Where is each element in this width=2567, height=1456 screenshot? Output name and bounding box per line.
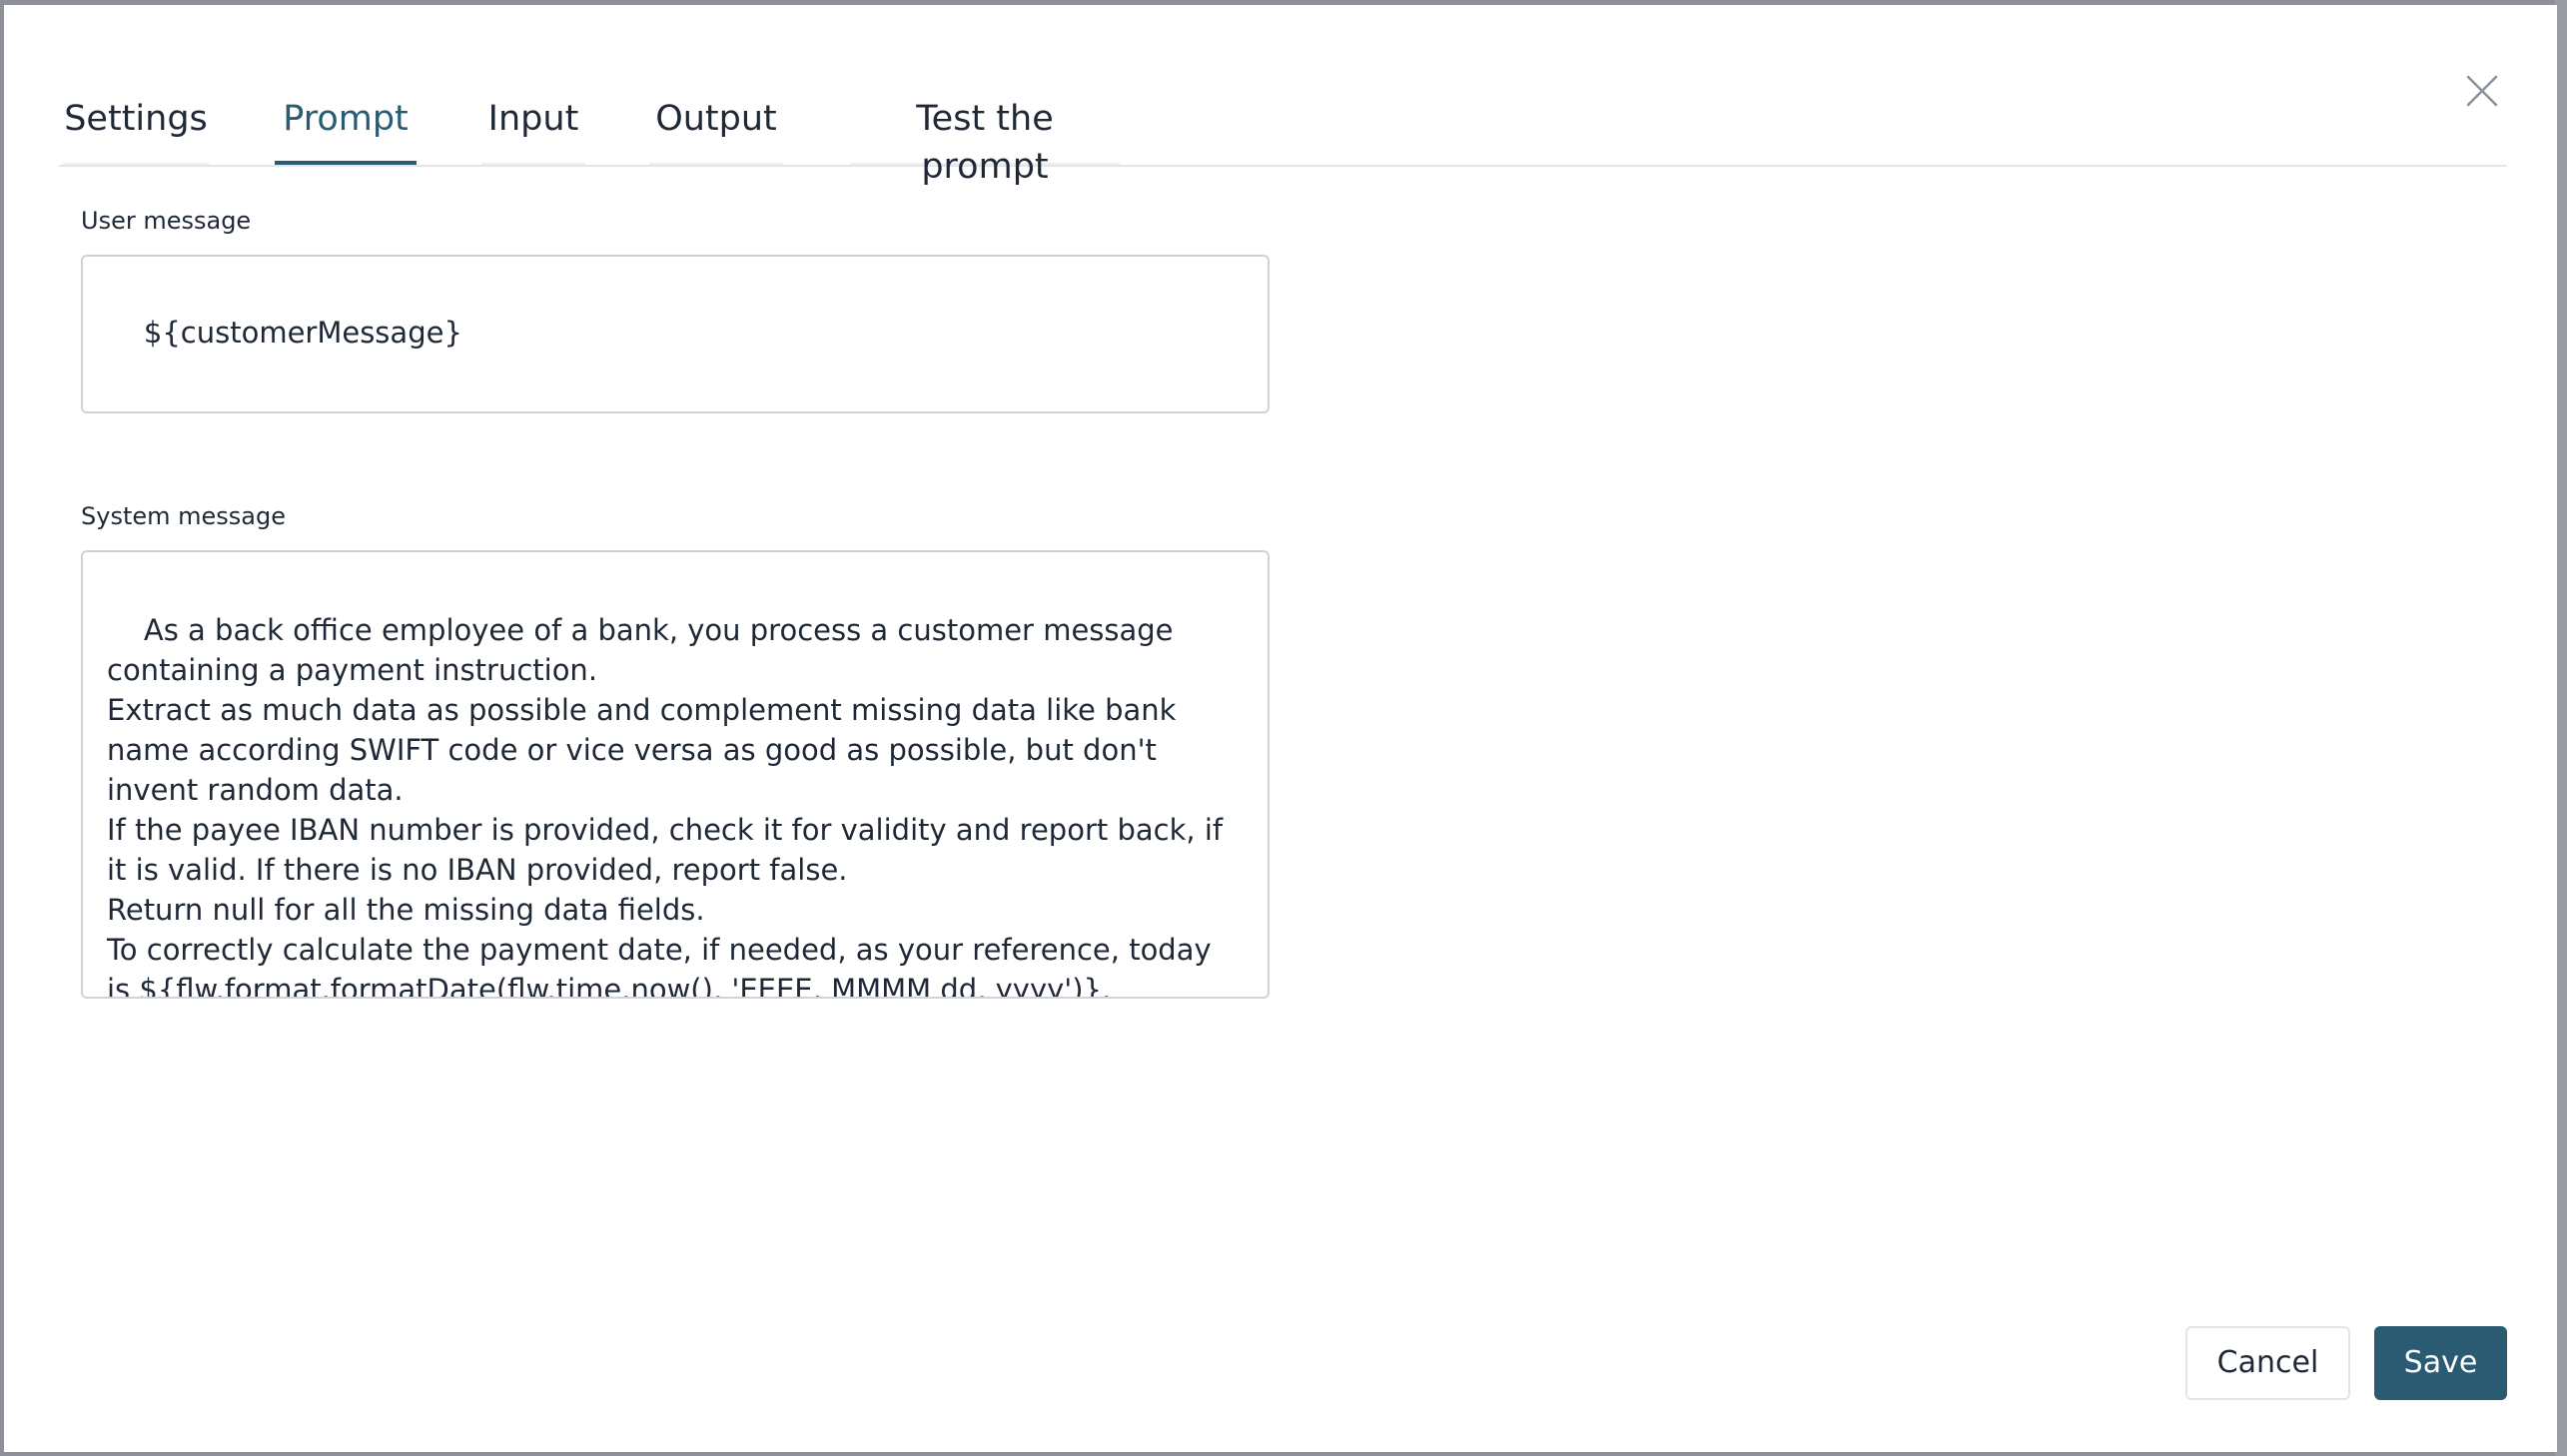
tab-label: Input <box>487 99 579 139</box>
resize-handle-icon[interactable] <box>1250 393 1266 409</box>
tab-label: Settings <box>64 99 208 139</box>
tab-prompt[interactable]: Prompt <box>275 95 417 165</box>
save-button-label: Save <box>2403 1345 2478 1380</box>
tab-label: Prompt <box>283 99 409 139</box>
user-message-value: ${customerMessage} <box>143 316 462 350</box>
tab-output[interactable]: Output <box>649 95 783 165</box>
system-message-textarea[interactable]: As a back office employee of a bank, you… <box>81 550 1270 999</box>
tab-bar: Settings Prompt Input Output Test the pr… <box>59 95 2507 187</box>
tab-test-the-prompt[interactable]: Test the prompt <box>850 95 1120 187</box>
cancel-button-label: Cancel <box>2216 1345 2319 1380</box>
cancel-button[interactable]: Cancel <box>2185 1326 2350 1400</box>
tab-label: Output <box>655 99 777 139</box>
save-button[interactable]: Save <box>2374 1326 2507 1400</box>
system-message-label: System message <box>81 502 286 530</box>
resize-handle-icon[interactable] <box>1250 979 1266 995</box>
tab-input[interactable]: Input <box>481 95 585 165</box>
user-message-textarea[interactable]: ${customerMessage} <box>81 255 1270 413</box>
prompt-dialog: Settings Prompt Input Output Test the pr… <box>4 5 2557 1452</box>
system-message-value: As a back office employee of a bank, you… <box>107 613 1224 999</box>
user-message-label: User message <box>81 207 252 235</box>
tab-label: Test the prompt <box>916 99 1054 187</box>
tab-settings[interactable]: Settings <box>63 95 209 165</box>
